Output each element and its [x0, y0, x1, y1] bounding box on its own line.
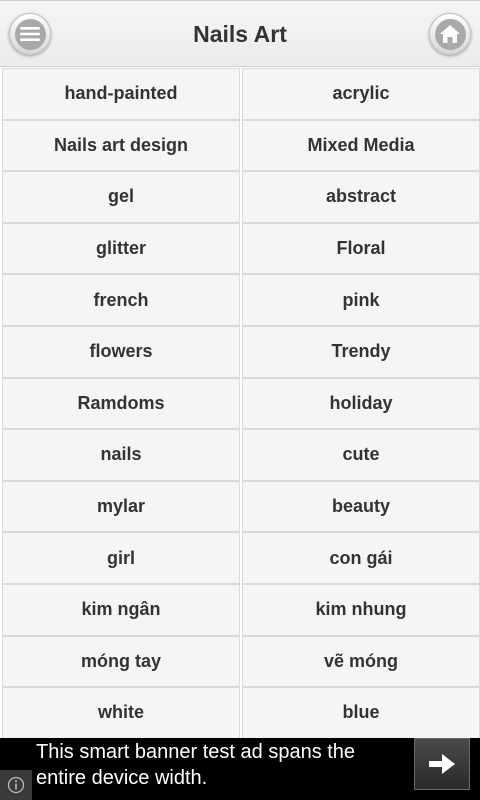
info-icon: [7, 776, 25, 794]
category-item[interactable]: girl: [2, 532, 240, 584]
category-item[interactable]: pink: [242, 274, 480, 326]
ad-arrow-button[interactable]: [414, 738, 470, 790]
home-icon: [434, 18, 466, 50]
category-item[interactable]: kim nhung: [242, 583, 480, 636]
arrow-right-icon: [429, 754, 455, 774]
category-grid: hand-painted acrylic Nails art design Mixed…: [2, 68, 480, 739]
category-item[interactable]: french: [2, 274, 240, 326]
category-item[interactable]: blue: [242, 687, 480, 739]
category-item[interactable]: acrylic: [242, 68, 480, 120]
category-item[interactable]: beauty: [242, 480, 480, 533]
category-item[interactable]: vẽ móng: [242, 635, 480, 688]
category-item[interactable]: kim ngân: [2, 583, 240, 636]
category-item[interactable]: flowers: [2, 325, 240, 378]
category-item[interactable]: nails: [2, 429, 240, 481]
home-button[interactable]: [429, 13, 471, 55]
category-item[interactable]: gel: [2, 171, 240, 223]
ad-info-button[interactable]: [0, 770, 32, 800]
ad-text: This smart banner test ad spans the enti…: [36, 741, 356, 789]
category-item[interactable]: Trendy: [242, 325, 480, 378]
ad-banner[interactable]: This smart banner test ad spans the enti…: [0, 738, 480, 800]
category-item[interactable]: white: [2, 687, 240, 739]
page-title: Nails Art: [193, 21, 287, 47]
category-item[interactable]: con gái: [242, 532, 480, 584]
header-bar: Nails Art: [0, 0, 480, 67]
category-item[interactable]: mylar: [2, 480, 240, 533]
category-item[interactable]: hand-painted: [2, 68, 240, 120]
category-item[interactable]: Floral: [242, 222, 480, 275]
category-item[interactable]: móng tay: [2, 635, 240, 688]
category-item[interactable]: glitter: [2, 222, 240, 275]
category-item[interactable]: holiday: [242, 377, 480, 430]
category-item[interactable]: cute: [242, 429, 480, 481]
category-item[interactable]: Mixed Media: [242, 119, 480, 172]
app-screen: Nails Art hand-painted acrylic Nails art d…: [0, 0, 480, 800]
category-item[interactable]: Ramdoms: [2, 377, 240, 430]
category-item[interactable]: abstract: [242, 171, 480, 223]
category-item[interactable]: Nails art design: [2, 119, 240, 172]
